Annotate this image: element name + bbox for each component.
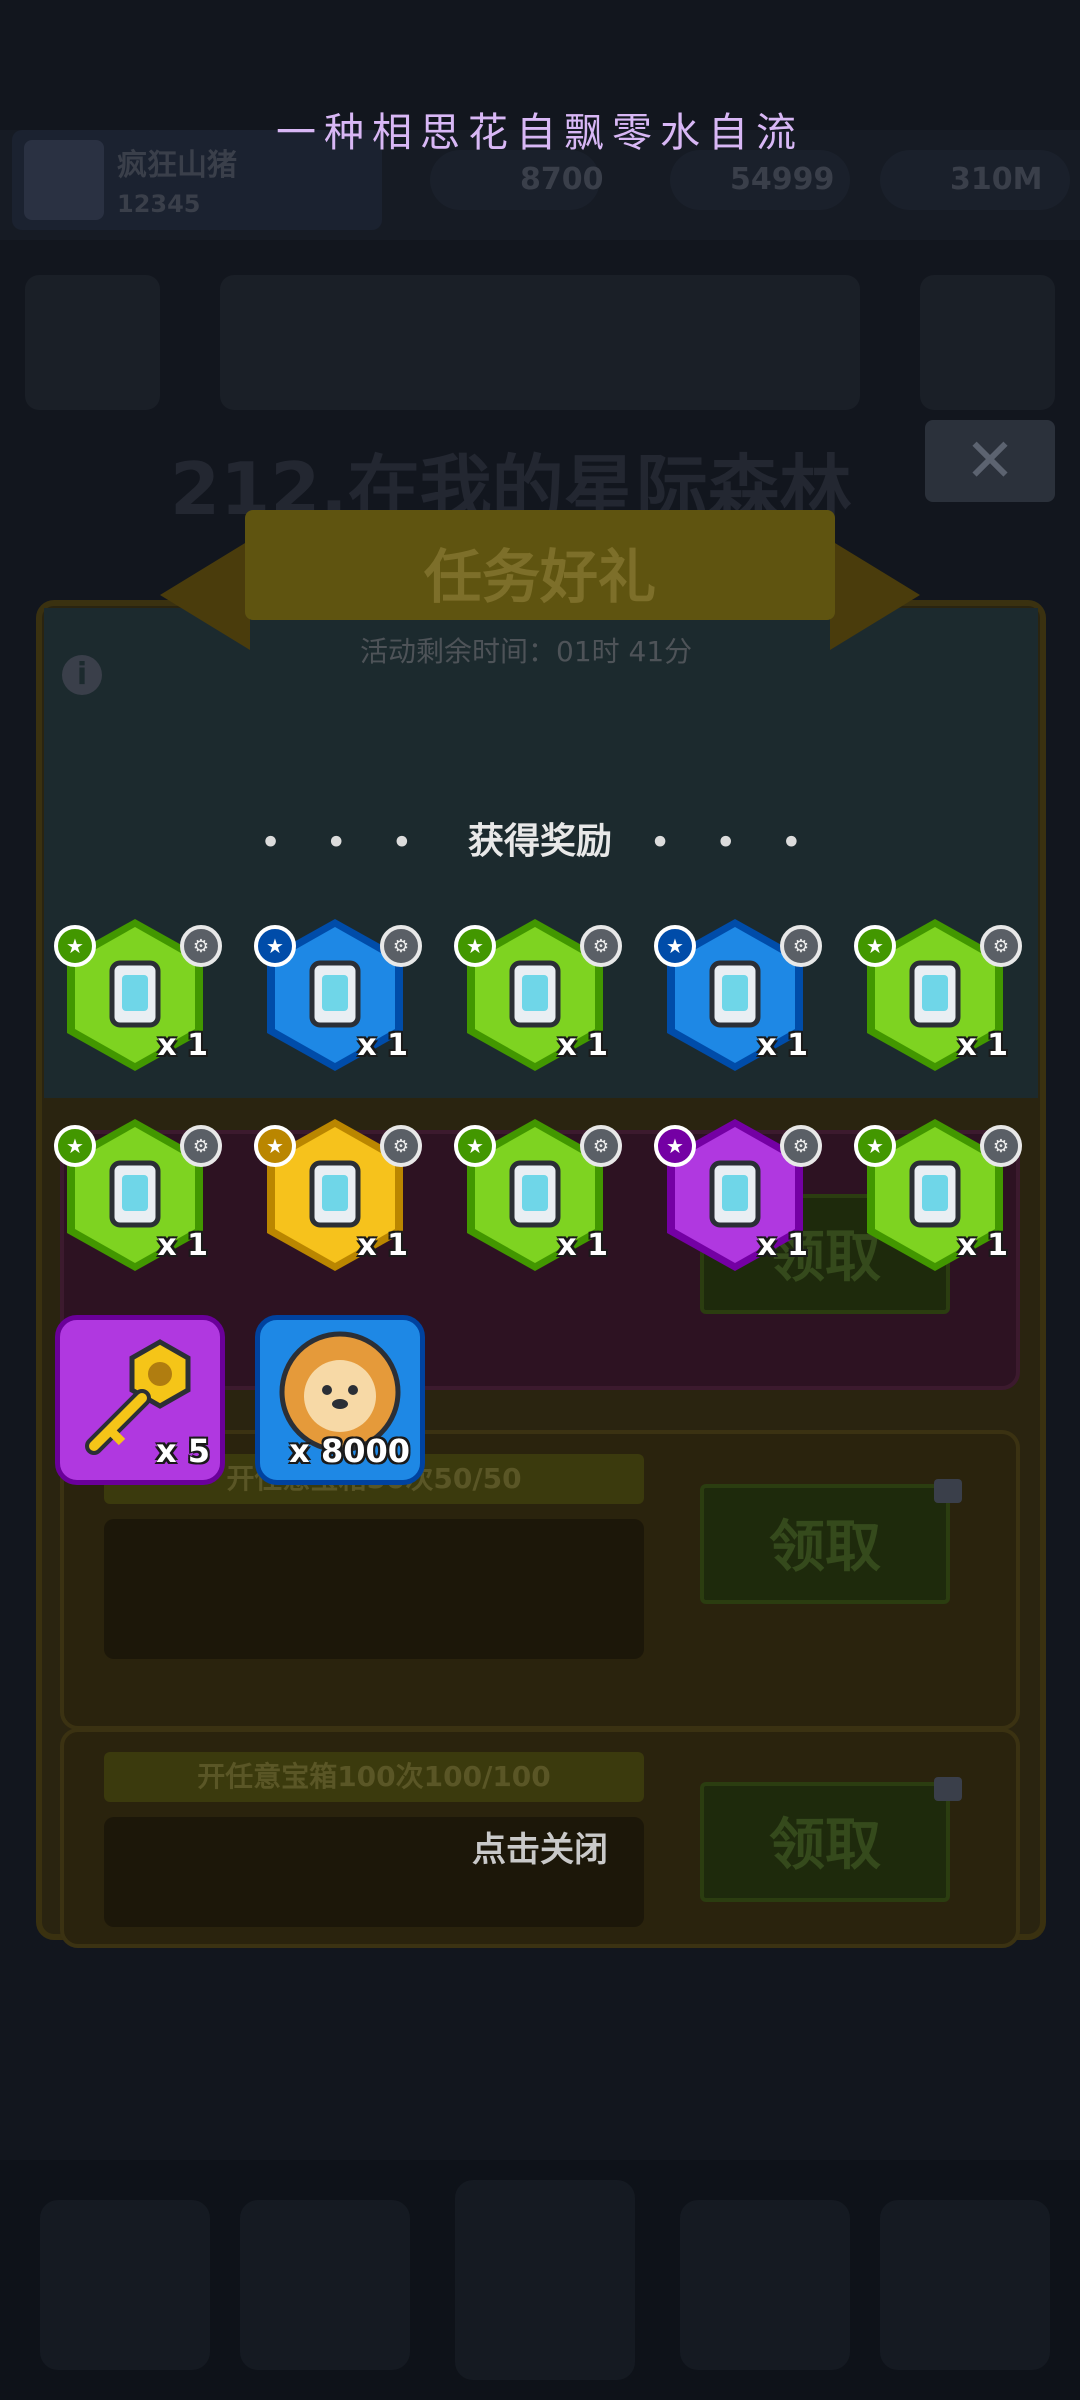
nav-item-5 xyxy=(880,2200,1050,2370)
reward-item: ★ ⚙ x 1 xyxy=(454,1115,622,1275)
player-id: 12345 xyxy=(117,190,201,218)
rarity-badge-icon: ★ xyxy=(254,1125,296,1167)
rarity-badge-icon: ★ xyxy=(654,1125,696,1167)
reward-item: x 8000 xyxy=(255,1315,425,1485)
reward-count: x 1 xyxy=(357,1028,408,1063)
menu-button-bg xyxy=(25,275,160,410)
reward-item: ★ ⚙ x 1 xyxy=(54,915,222,1075)
dots-right: • • • xyxy=(650,825,819,861)
tap-to-close-hint[interactable]: 点击关闭 xyxy=(0,1822,1080,1871)
task-label-3: 开任意宝箱100次100/100 xyxy=(104,1752,644,1802)
resource-3: 310M xyxy=(880,150,1070,210)
reward-count: x 1 xyxy=(557,1228,608,1263)
nav-item-battle xyxy=(455,2180,635,2380)
reward-item: x 5 xyxy=(55,1315,225,1485)
reward-item: ★ ⚙ x 1 xyxy=(54,1115,222,1275)
rarity-badge-icon: ★ xyxy=(54,1125,96,1167)
part-type-icon: ⚙ xyxy=(380,1125,422,1167)
part-type-icon: ⚙ xyxy=(580,1125,622,1167)
resource-2: 54999 xyxy=(670,150,850,210)
ribbon-title: 任务好礼 xyxy=(423,543,656,611)
reward-count: x 1 xyxy=(357,1228,408,1263)
part-type-icon: ⚙ xyxy=(180,1125,222,1167)
part-type-icon: ⚙ xyxy=(380,925,422,967)
reward-item: ★ ⚙ x 1 xyxy=(254,1115,422,1275)
reward-count: x 1 xyxy=(757,1028,808,1063)
rarity-badge-icon: ★ xyxy=(654,925,696,967)
reward-header: • • • 获得奖励 • • • xyxy=(0,812,1080,864)
ribbon-left xyxy=(160,540,250,650)
reward-item: ★ ⚙ x 1 xyxy=(454,915,622,1075)
reward-count: x 1 xyxy=(757,1228,808,1263)
reward-item: ★ ⚙ x 1 xyxy=(854,915,1022,1075)
lock-icon xyxy=(934,1479,962,1503)
resource-1: 8700 xyxy=(430,150,604,210)
rarity-badge-icon: ★ xyxy=(854,925,896,967)
dots-left: • • • xyxy=(261,825,430,861)
reward-item: ★ ⚙ x 1 xyxy=(654,1115,822,1275)
nav-item-1 xyxy=(40,2200,210,2370)
watermark-text: 一种相思花自飘零水自流 xyxy=(276,110,804,156)
rarity-badge-icon: ★ xyxy=(254,925,296,967)
part-type-icon: ⚙ xyxy=(980,925,1022,967)
reward-count: x 1 xyxy=(557,1028,608,1063)
part-type-icon: ⚙ xyxy=(780,925,822,967)
nav-item-2 xyxy=(240,2200,410,2370)
reward-title: 获得奖励 xyxy=(467,821,612,862)
part-type-icon: ⚙ xyxy=(580,925,622,967)
rarity-badge-icon: ★ xyxy=(454,925,496,967)
task-rewards-2 xyxy=(104,1519,644,1659)
reward-count: x 1 xyxy=(957,1228,1008,1263)
gift-button-bg xyxy=(920,275,1055,410)
banner-bg xyxy=(220,275,860,410)
reward-item: ★ ⚙ x 1 xyxy=(654,915,822,1075)
ribbon-right xyxy=(830,540,920,650)
part-type-icon: ⚙ xyxy=(780,1125,822,1167)
part-type-icon: ⚙ xyxy=(980,1125,1022,1167)
reward-count: x 1 xyxy=(957,1028,1008,1063)
nav-item-4 xyxy=(680,2200,850,2370)
reward-item: ★ ⚙ x 1 xyxy=(854,1115,1022,1275)
reward-count: x 1 xyxy=(157,1228,208,1263)
reward-count: x 8000 xyxy=(289,1432,410,1470)
close-icon: ✕ xyxy=(925,420,1055,502)
claim-button-2: 领取 xyxy=(700,1484,950,1604)
event-timer: 活动剩余时间：01时 41分 xyxy=(360,635,693,668)
rarity-badge-icon: ★ xyxy=(454,1125,496,1167)
reward-count: x 1 xyxy=(157,1028,208,1063)
reward-item: ★ ⚙ x 1 xyxy=(254,915,422,1075)
part-type-icon: ⚙ xyxy=(180,925,222,967)
lock-icon xyxy=(934,1777,962,1801)
rarity-badge-icon: ★ xyxy=(54,925,96,967)
info-icon: i xyxy=(62,655,102,695)
reward-count: x 5 xyxy=(155,1432,210,1470)
rarity-badge-icon: ★ xyxy=(854,1125,896,1167)
